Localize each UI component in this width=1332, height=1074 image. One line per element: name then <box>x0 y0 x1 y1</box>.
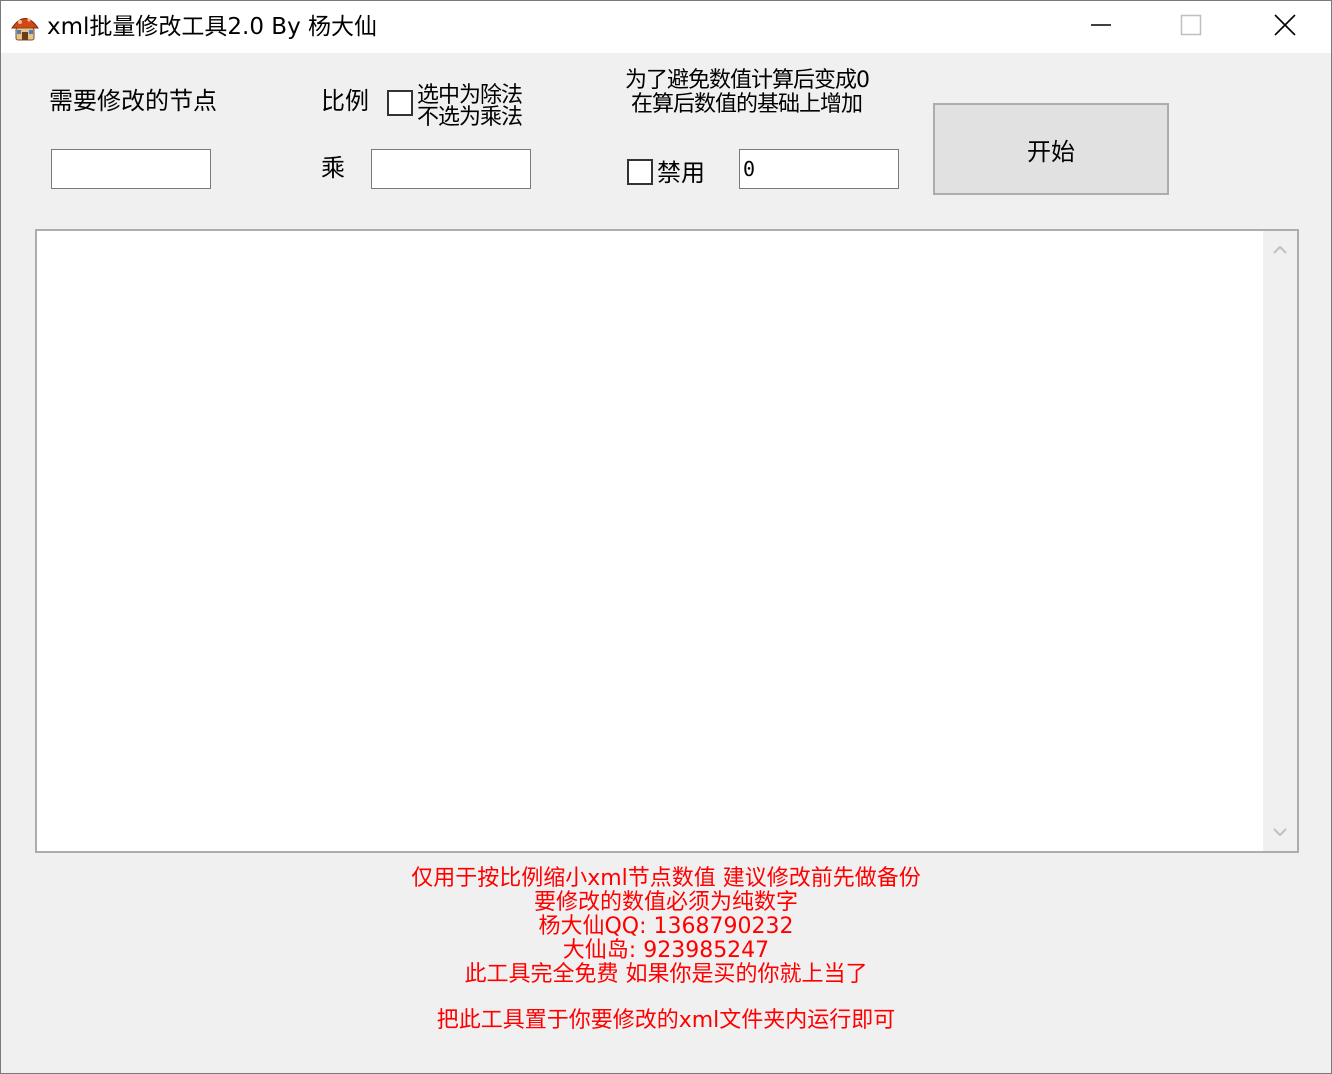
note-line-1: 仅用于按比例缩小xml节点数值 建议修改前先做备份 <box>411 866 921 891</box>
log-textarea[interactable] <box>35 229 1299 853</box>
divide-checkbox-label-line2: 不选为乘法 <box>417 105 523 130</box>
vertical-scrollbar[interactable] <box>1263 231 1297 851</box>
note-line-5: 此工具完全免费 如果你是买的你就上当了 <box>464 962 868 987</box>
disable-label: 禁用 <box>657 159 705 187</box>
notes-block: 仅用于按比例缩小xml节点数值 建议修改前先做备份 要修改的数值必须为纯数字 杨… <box>1 867 1331 1033</box>
note-line-3: 杨大仙QQ: 1368790232 <box>538 914 794 939</box>
note-line-4: 大仙岛: 923985247 <box>562 938 770 963</box>
title-bar[interactable]: xml批量修改工具2.0 By 杨大仙 <box>1 1 1331 53</box>
start-button[interactable]: 开始 <box>933 103 1169 195</box>
divide-checkbox[interactable] <box>387 90 413 116</box>
note-line-6: 把此工具置于你要修改的xml文件夹内运行即可 <box>436 1008 896 1033</box>
close-icon <box>1274 14 1296 40</box>
ratio-input[interactable] <box>371 149 531 189</box>
node-input[interactable] <box>51 149 211 189</box>
add-value-input[interactable] <box>739 149 899 189</box>
avoid-zero-note-line1: 为了避免数值计算后变成0 <box>625 68 870 93</box>
multiply-label: 乘 <box>321 154 345 182</box>
maximize-icon <box>1180 14 1202 40</box>
minimize-button[interactable] <box>1055 1 1147 53</box>
disable-checkbox[interactable] <box>627 159 653 185</box>
app-icon <box>9 11 41 43</box>
divide-checkbox-label-line1: 选中为除法 <box>417 83 523 108</box>
main-window: xml批量修改工具2.0 By 杨大仙 需要修改的节点 比例 选中为除法 不选为… <box>0 0 1332 1074</box>
ratio-label: 比例 <box>321 87 369 115</box>
maximize-button[interactable] <box>1145 1 1237 53</box>
scroll-down-icon[interactable] <box>1263 815 1297 849</box>
scroll-up-icon[interactable] <box>1263 233 1297 267</box>
note-line-2: 要修改的数值必须为纯数字 <box>533 890 798 915</box>
node-label: 需要修改的节点 <box>49 87 217 115</box>
window-title: xml批量修改工具2.0 By 杨大仙 <box>47 14 377 40</box>
minimize-icon <box>1090 14 1112 40</box>
avoid-zero-note-line2: 在算后数值的基础上增加 <box>631 92 863 117</box>
close-button[interactable] <box>1239 1 1331 53</box>
